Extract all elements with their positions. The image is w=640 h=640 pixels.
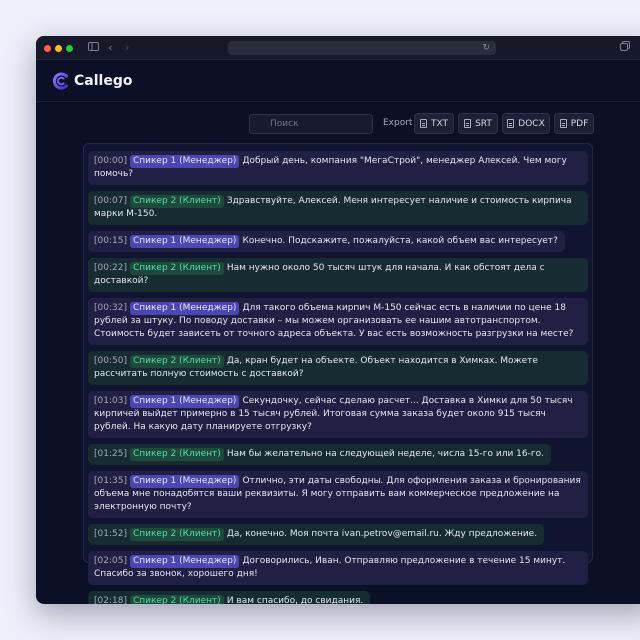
message-text: Нам бы желательно на следующей неделе, ч…	[226, 449, 544, 459]
callego-logo-icon	[52, 72, 68, 90]
reload-icon[interactable]: ↻	[482, 41, 490, 55]
file-icon	[507, 119, 515, 128]
message-text: И вам спасибо, до свидания.	[226, 596, 364, 604]
browser-window: ‹ › ↻ Callego Export TXT	[36, 36, 640, 604]
app-header: Callego	[36, 60, 640, 102]
message-timestamp: [00:50]	[94, 356, 127, 366]
speaker-tag-manager: Спикер 1 (Менеджер)	[129, 395, 240, 408]
message-timestamp: [01:25]	[94, 449, 127, 459]
message-timestamp: [00:00]	[94, 156, 127, 166]
speaker-tag-client: Спикер 2 (Клиент)	[129, 262, 224, 275]
export-txt-button[interactable]: TXT	[414, 113, 454, 134]
forward-arrow-icon[interactable]: ›	[125, 40, 129, 56]
message-timestamp: [00:15]	[94, 236, 127, 246]
transcript-toolbar: Export TXT SRT DOCX PDF	[36, 112, 640, 134]
speaker-tag-manager: Спикер 1 (Менеджер)	[129, 555, 240, 568]
search-input[interactable]	[249, 114, 373, 134]
message-timestamp: [00:07]	[94, 196, 127, 206]
transcript-message: [01:35] Спикер 1 (Менеджер) Отлично, эти д…	[88, 471, 588, 518]
transcript-message: [00:22] Спикер 2 (Клиент) Нам нужно около …	[88, 258, 588, 292]
speaker-tag-client: Спикер 2 (Клиент)	[129, 195, 224, 208]
speaker-tag-manager: Спикер 1 (Менеджер)	[129, 155, 240, 168]
export-label: Export	[383, 118, 413, 128]
minimize-window-button[interactable]	[55, 45, 62, 52]
address-bar[interactable]: ↻	[228, 41, 496, 55]
speaker-tag-manager: Спикер 1 (Менеджер)	[129, 475, 240, 488]
maximize-window-button[interactable]	[66, 45, 73, 52]
transcript-message: [01:52] Спикер 2 (Клиент) Да, конечно. Моя…	[88, 524, 545, 545]
export-pdf-button[interactable]: PDF	[554, 113, 594, 134]
speaker-tag-client: Спикер 2 (Клиент)	[129, 595, 224, 604]
speaker-tag-client: Спикер 2 (Клиент)	[129, 448, 224, 461]
transcript-message: [00:50] Спикер 2 (Клиент) Да, кран будет н…	[88, 351, 588, 385]
file-icon	[559, 119, 567, 128]
speaker-tag-client: Спикер 2 (Клиент)	[129, 528, 224, 541]
tabs-overview-icon[interactable]	[620, 40, 630, 56]
speaker-tag-client: Спикер 2 (Клиент)	[129, 355, 224, 368]
app-name: Callego	[74, 73, 133, 89]
back-arrow-icon[interactable]: ‹	[108, 40, 112, 56]
transcript-message: [02:18] Спикер 2 (Клиент) И вам спасибо, д…	[88, 591, 371, 604]
transcript-message: [02:05] Спикер 1 (Менеджер) Договорились, …	[88, 551, 588, 585]
file-icon	[419, 119, 427, 128]
transcript-message: [01:25] Спикер 2 (Клиент) Нам бы желательн…	[88, 444, 551, 465]
message-timestamp: [02:18]	[94, 596, 127, 604]
export-srt-button[interactable]: SRT	[458, 113, 498, 134]
close-window-button[interactable]	[44, 45, 51, 52]
message-timestamp: [01:03]	[94, 396, 127, 406]
transcript-message: [00:15] Спикер 1 (Менеджер) Конечно. Подск…	[88, 231, 565, 252]
transcript-message: [00:00] Спикер 1 (Менеджер) Добрый день, к…	[88, 151, 588, 185]
transcript-message: [00:32] Спикер 1 (Менеджер) Для такого объ…	[88, 298, 588, 345]
message-timestamp: [01:52]	[94, 529, 127, 539]
speaker-tag-manager: Спикер 1 (Менеджер)	[129, 302, 240, 315]
message-timestamp: [01:35]	[94, 476, 127, 486]
speaker-tag-manager: Спикер 1 (Менеджер)	[129, 235, 240, 248]
message-timestamp: [00:22]	[94, 263, 127, 273]
message-timestamp: [02:05]	[94, 556, 127, 566]
message-text: Конечно. Подскажите, пожалуйста, какой о…	[242, 236, 558, 246]
transcript-message: [00:07] Спикер 2 (Клиент) Здравствуйте, Ал…	[88, 191, 588, 225]
export-docx-button[interactable]: DOCX	[502, 113, 550, 134]
message-timestamp: [00:32]	[94, 303, 127, 313]
message-text: Да, конечно. Моя почта ivan.petrov@email…	[226, 529, 538, 539]
browser-titlebar: ‹ › ↻	[36, 36, 640, 60]
sidebar-toggle-icon[interactable]	[88, 40, 99, 56]
transcript-panel: [00:00] Спикер 1 (Менеджер) Добрый день, к…	[83, 143, 593, 604]
transcript-message: [01:03] Спикер 1 (Менеджер) Секундочку, се…	[88, 391, 588, 438]
file-icon	[464, 119, 472, 128]
